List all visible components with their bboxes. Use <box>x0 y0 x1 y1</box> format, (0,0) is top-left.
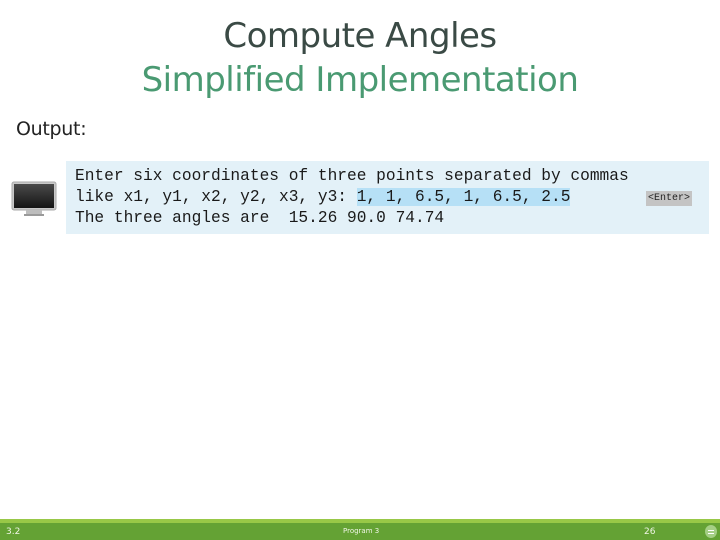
footer-bar: 3.2 Program 3 26 <box>0 523 720 540</box>
console-output: Enter six coordinates of three points se… <box>66 161 709 234</box>
slide-subtitle: Simplified Implementation <box>141 60 579 100</box>
slide-title: Compute Angles <box>223 16 497 56</box>
user-input: 1, 1, 6.5, 1, 6.5, 2.5 <box>356 188 571 206</box>
console-line-input: like x1, y1, x2, y2, x3, y3: 1, 1, 6.5, … <box>75 187 571 208</box>
output-label: Output: <box>16 118 87 140</box>
input-prompt: like x1, y1, x2, y2, x3, y3: <box>75 188 357 206</box>
page-number: 26 <box>644 527 656 537</box>
menu-icon[interactable] <box>705 525 717 538</box>
monitor-icon <box>11 181 57 217</box>
program-label: Program 3 <box>343 527 380 535</box>
console-line-prompt: Enter six coordinates of three points se… <box>75 167 629 185</box>
console-line-result: The three angles are 15.26 90.0 74.74 <box>75 209 445 227</box>
enter-key-badge: <Enter> <box>646 191 693 206</box>
section-number: 3.2 <box>6 527 21 537</box>
